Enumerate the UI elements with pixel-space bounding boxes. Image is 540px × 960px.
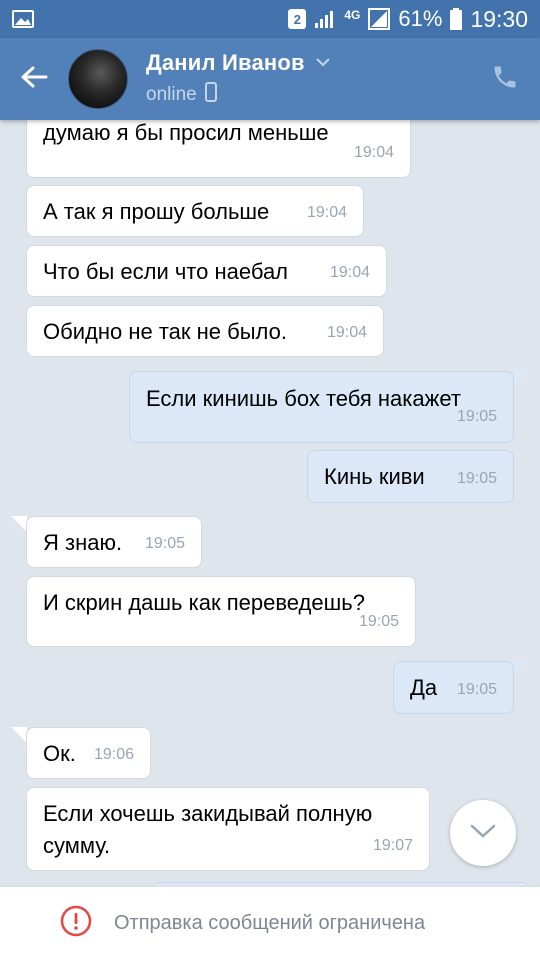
clock: 19:30 xyxy=(470,5,528,32)
signal-icon xyxy=(368,8,391,30)
contact-name: Данил Иванов xyxy=(146,50,305,75)
call-button[interactable] xyxy=(470,38,540,120)
message-outgoing[interactable]: Кинь киви 19:05 xyxy=(307,450,514,503)
bubble-tail xyxy=(514,661,530,677)
back-arrow-icon xyxy=(20,65,48,94)
bubble-tail xyxy=(11,727,27,743)
message-text: Кинь киви xyxy=(324,464,425,489)
message-incoming[interactable]: Обидно не так не было. 19:04 xyxy=(26,305,384,357)
sim-badge: 2 xyxy=(288,9,307,29)
message-time: 19:05 xyxy=(456,470,497,487)
chat-header: Данил Иванов online xyxy=(0,38,540,120)
message-time: 19:04 xyxy=(306,204,347,221)
battery-percent: 61% xyxy=(398,6,443,31)
warning-icon xyxy=(60,905,92,942)
chevron-down-icon xyxy=(315,54,331,72)
message-text: Если хочешь закидывай полную сумму. xyxy=(43,801,373,858)
avatar[interactable] xyxy=(68,49,128,109)
contact-info[interactable]: Данил Иванов online xyxy=(146,50,470,108)
message-text: Если кинишь бох тебя накажет xyxy=(146,386,461,411)
message-incoming[interactable]: А так я прошу больше 19:04 xyxy=(26,185,364,237)
message-incoming[interactable]: Ок. 19:06 xyxy=(26,727,151,779)
bubble-tail xyxy=(11,516,27,532)
message-text: А так я прошу больше xyxy=(43,199,270,224)
message-incoming[interactable]: Если хочешь закидывай полную сумму. 19:0… xyxy=(26,787,430,871)
network-type: 4G xyxy=(344,8,361,22)
scroll-down-button[interactable] xyxy=(450,800,516,866)
message-time: 19:05 xyxy=(456,681,497,698)
message-time: 19:06 xyxy=(93,746,134,763)
message-incoming[interactable]: Что бы если что наебал 19:04 xyxy=(26,245,387,297)
message-outgoing[interactable]: Да 19:05 xyxy=(393,661,514,714)
message-text: Обидно не так не было. xyxy=(43,319,287,344)
message-text: Ок. xyxy=(43,741,76,766)
message-incoming[interactable]: думаю я бы просил меньше 19:04 xyxy=(26,120,411,178)
message-time: 19:04 xyxy=(353,144,394,161)
message-time: 19:05 xyxy=(456,408,497,425)
mobile-icon xyxy=(204,82,217,108)
signal-icon xyxy=(314,9,336,29)
back-button[interactable] xyxy=(0,38,68,120)
contact-status: online xyxy=(146,84,197,105)
message-incoming[interactable]: И скрин дашь как переведешь? 19:05 xyxy=(26,576,416,647)
bubble-tail xyxy=(514,371,530,387)
message-incoming[interactable]: Я знаю. 19:05 xyxy=(26,516,202,568)
message-time: 19:05 xyxy=(358,613,399,630)
phone-icon xyxy=(491,63,519,96)
message-text: И скрин дашь как переведешь? xyxy=(43,590,365,615)
chevron-down-icon xyxy=(470,823,496,844)
input-restricted-bar: Отправка сообщений ограничена xyxy=(0,886,540,960)
message-list[interactable]: думаю я бы просил меньше 19:04 А так я п… xyxy=(0,120,540,886)
message-text: Да xyxy=(410,675,438,700)
status-bar: 2 4G 61% 19:30 xyxy=(0,0,540,38)
message-text: думаю я бы просил меньше xyxy=(43,120,329,145)
message-time: 19:05 xyxy=(144,535,185,552)
message-time: 19:07 xyxy=(372,837,413,854)
message-time: 19:04 xyxy=(326,324,367,341)
message-outgoing[interactable]: Если кинишь бох тебя накажет 19:05 xyxy=(129,371,514,443)
message-time: 19:04 xyxy=(329,264,370,281)
message-text: Я знаю. xyxy=(43,530,123,555)
message-text: Что бы если что наебал xyxy=(43,259,289,284)
gallery-icon xyxy=(12,10,34,28)
restriction-notice: Отправка сообщений ограничена xyxy=(114,912,426,934)
battery-icon xyxy=(450,8,463,30)
